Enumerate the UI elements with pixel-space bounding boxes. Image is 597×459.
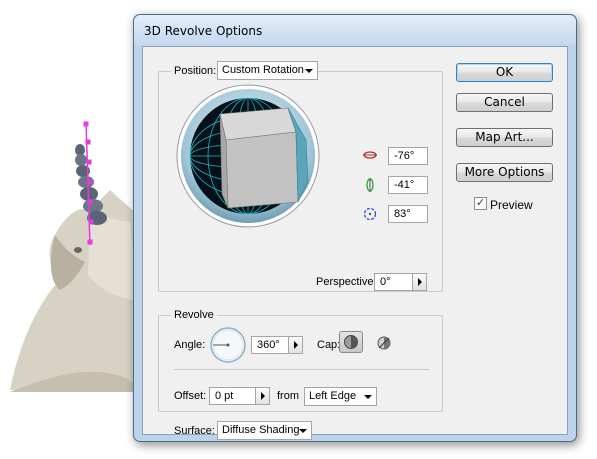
from-dropdown[interactable]: Left Edge <box>304 387 377 406</box>
position-label: Position: <box>171 65 220 77</box>
preview-label: Preview <box>490 198 533 212</box>
perspective-slider-button[interactable] <box>412 273 427 291</box>
z-axis-rotation-icon <box>363 207 377 221</box>
angle-slider-button[interactable] <box>288 336 303 354</box>
x-axis-rotation-icon <box>363 151 377 159</box>
offset-label: Offset: <box>174 390 207 402</box>
position-dropdown-value: Custom Rotation <box>222 64 304 76</box>
x-rotation-input[interactable]: -76° <box>388 147 428 165</box>
ok-button[interactable]: OK <box>456 63 553 82</box>
position-dropdown[interactable]: Custom Rotation <box>217 61 318 80</box>
revolve-options-dialog: 3D Revolve Options Position: Custom Rota… <box>133 14 577 442</box>
angle-input[interactable]: 360° <box>251 336 289 354</box>
surface-label: Surface: <box>174 425 215 437</box>
perspective-input[interactable]: 0° <box>374 273 413 291</box>
y-rotation-input[interactable]: -41° <box>388 176 428 194</box>
cube-icon <box>219 107 309 209</box>
offset-slider-button[interactable] <box>255 387 270 405</box>
rotation-track-cube[interactable] <box>176 84 320 228</box>
cap-label: Cap: <box>317 339 341 351</box>
dialog-body: Position: Custom Rotation -76° -41° 83° … <box>142 46 568 440</box>
cap-on-icon <box>344 335 358 349</box>
revolve-legend: Revolve <box>171 309 217 321</box>
preview-checkbox[interactable]: ✓ <box>474 197 487 210</box>
angle-dial-icon[interactable] <box>209 326 247 364</box>
cap-on-button[interactable] <box>339 331 363 353</box>
perspective-label: Perspective: <box>316 276 377 288</box>
unicorn-illustration <box>10 190 140 392</box>
from-label: from <box>277 390 299 402</box>
y-axis-rotation-icon <box>366 178 374 192</box>
offset-input[interactable]: 0 pt <box>209 387 256 405</box>
cap-off-icon[interactable] <box>375 334 393 352</box>
from-dropdown-value: Left Edge <box>309 390 357 402</box>
chevron-down-icon <box>299 429 307 433</box>
surface-dropdown-value: Diffuse Shading <box>222 424 300 436</box>
surface-dropdown[interactable]: Diffuse Shading <box>217 421 312 440</box>
title-bar[interactable]: 3D Revolve Options <box>134 15 576 45</box>
dialog-title: 3D Revolve Options <box>144 24 263 38</box>
z-rotation-input[interactable]: 83° <box>388 205 428 223</box>
angle-label: Angle: <box>174 339 206 351</box>
map-art-button[interactable]: Map Art... <box>456 128 553 147</box>
chevron-down-icon <box>364 395 372 399</box>
chevron-down-icon <box>305 69 313 73</box>
cancel-button[interactable]: Cancel <box>456 93 553 112</box>
revolve-divider <box>174 369 429 370</box>
more-options-button[interactable]: More Options <box>456 163 553 182</box>
